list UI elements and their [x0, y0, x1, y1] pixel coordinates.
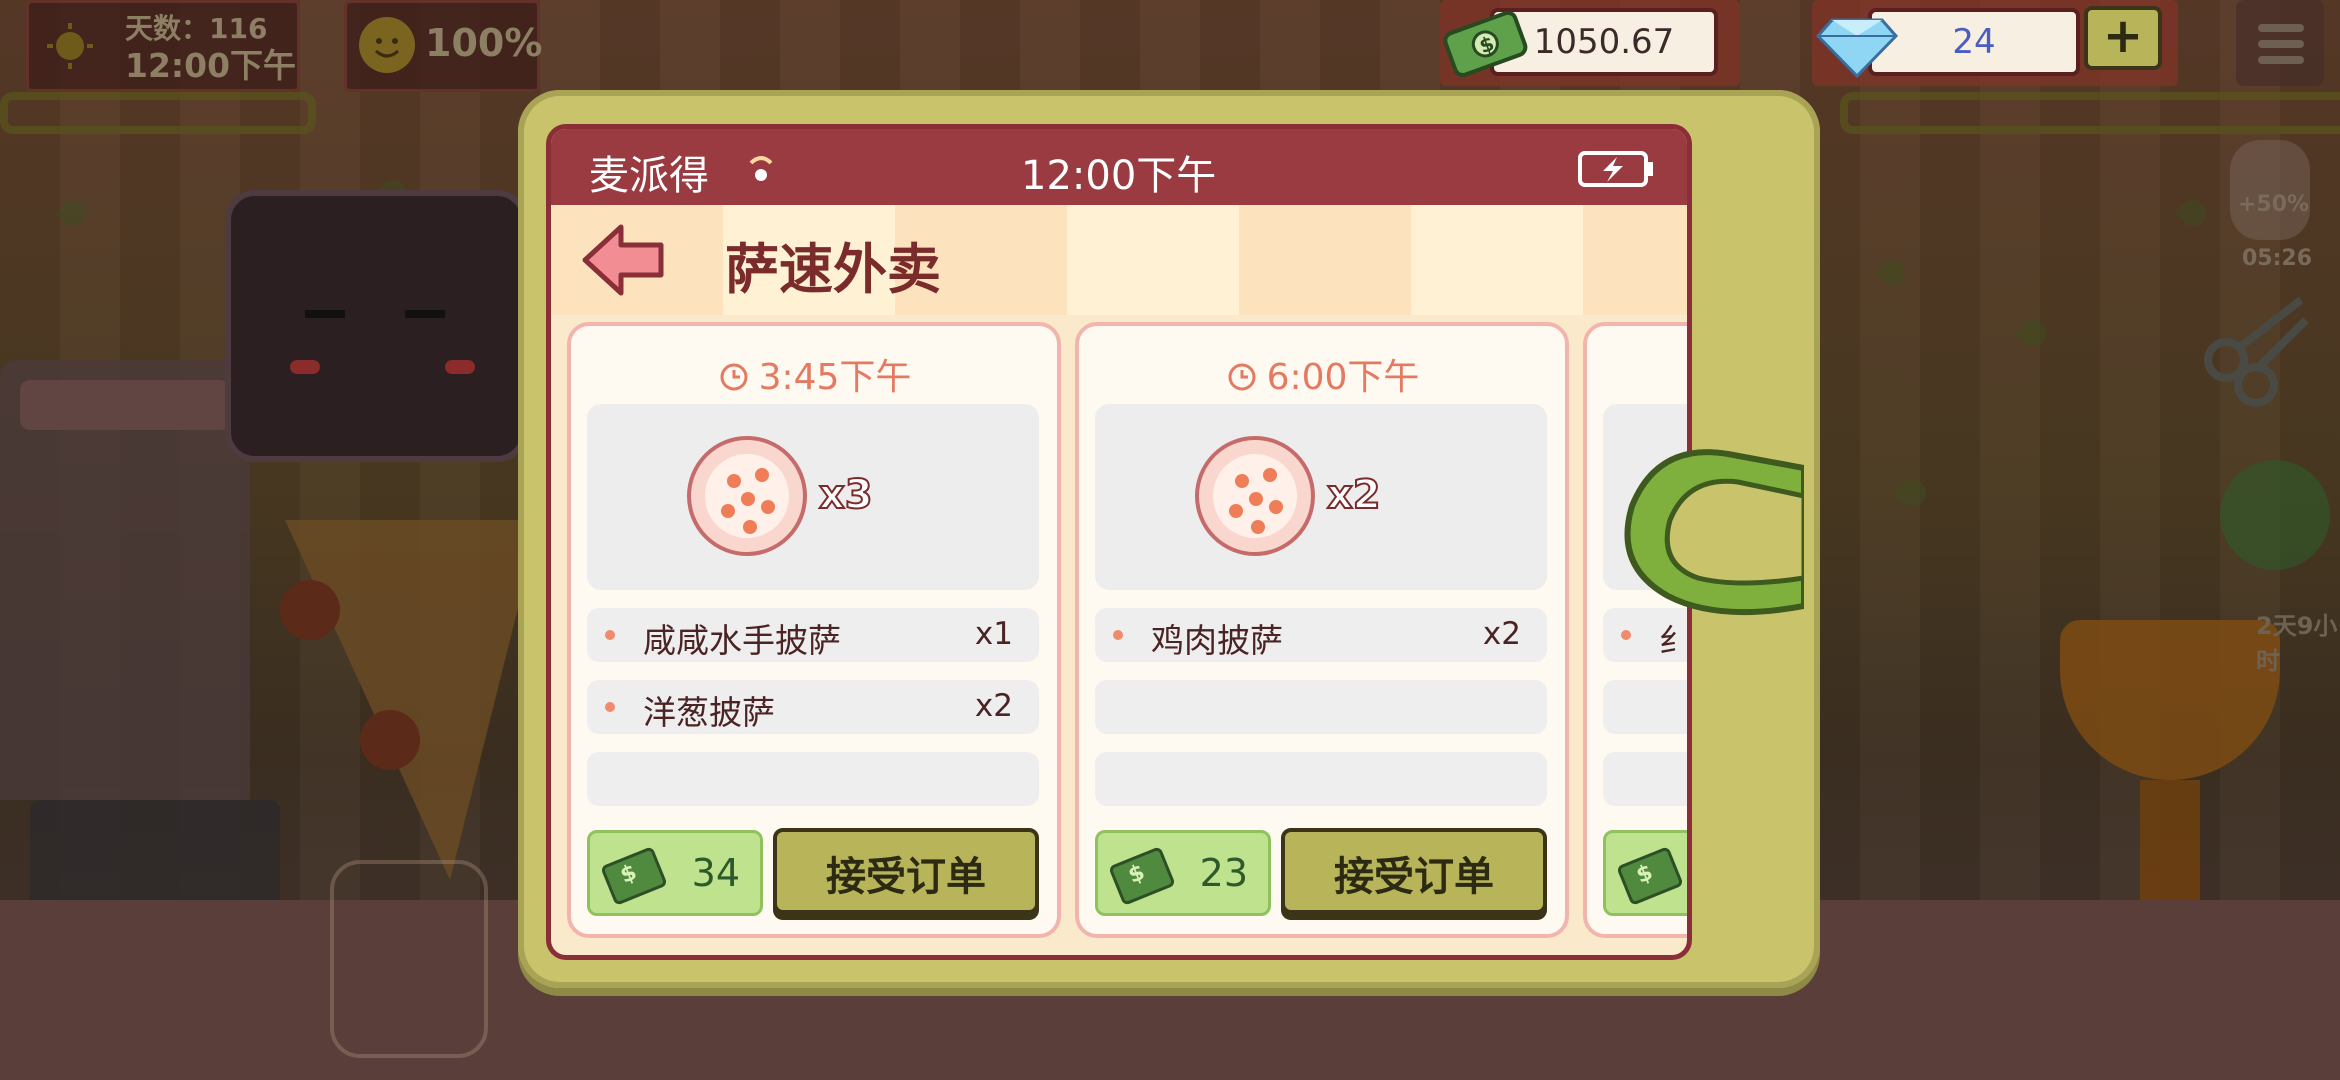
reward-amount: 23 — [1199, 851, 1248, 895]
add-gems-button[interactable]: + — [2084, 6, 2162, 70]
order-item: 洋葱披萨 x2 — [587, 680, 1039, 734]
menu-button[interactable] — [2236, 0, 2324, 86]
order-item-empty — [1095, 680, 1547, 734]
back-button[interactable] — [581, 223, 667, 297]
bonus-timer: 05:26 — [2242, 246, 2313, 271]
plus-icon: + — [2102, 8, 2144, 64]
mood-panel: 100% — [344, 0, 543, 92]
item-name: 洋葱披萨 — [643, 693, 775, 732]
order-item: 咸咸水手披萨 x1 — [587, 608, 1039, 662]
order-item-empty — [1095, 752, 1547, 806]
pizza-icon — [1195, 436, 1315, 556]
swipe-hand-icon — [1618, 446, 1807, 632]
phone-screen: 麦派得 12:00下午 萨速外卖 3:45下午 x3 咸咸水手披萨 x1 洋葱披… — [546, 124, 1692, 960]
item-count: x2 — [1482, 616, 1521, 652]
order-card: 3:45下午 x3 咸咸水手披萨 x1 洋葱披萨 x2 34 接受订单 — [567, 322, 1061, 938]
app-title: 萨速外卖 — [725, 238, 941, 301]
cash-icon — [600, 846, 668, 906]
carrier-name: 麦派得 — [589, 153, 709, 199]
accept-order-label: 接受订单 — [826, 854, 986, 900]
bonus-jar[interactable]: +50% 05:26 — [2220, 140, 2320, 280]
trophy — [2060, 620, 2280, 780]
bonus-percent: +50% — [2238, 192, 2310, 217]
clock-icon — [720, 363, 748, 391]
scissors-icon[interactable] — [2196, 290, 2316, 410]
item-count: x2 — [974, 688, 1013, 724]
sun-icon — [45, 21, 95, 71]
order-card: 6:00下午 x2 鸡肉披萨 x2 23 接受订单 — [1075, 322, 1569, 938]
phone-clock: 12:00下午 — [1021, 153, 1217, 199]
order-item-empty — [587, 752, 1039, 806]
back-arrow-icon — [582, 224, 664, 296]
due-time: 6:00下午 — [1079, 348, 1565, 400]
pizza-quantity: x2 — [1326, 471, 1382, 519]
order-item-empty — [1603, 752, 1687, 806]
pizza-panel: x3 — [587, 404, 1039, 590]
cash-icon: $ — [1440, 8, 1530, 78]
item-name: 咸咸水手披萨 — [643, 621, 841, 660]
pizza-panel: x2 — [1095, 404, 1547, 590]
clock-icon — [1228, 363, 1256, 391]
glass-jar — [330, 860, 488, 1058]
garland-left — [0, 92, 316, 134]
pizza-robot — [215, 190, 527, 462]
duration-label: 2天9小时 — [2256, 612, 2338, 675]
smiley-icon — [359, 17, 415, 73]
cash-icon — [1616, 846, 1684, 906]
battery-icon — [1577, 149, 1657, 189]
mood-percent: 100% — [425, 21, 543, 65]
pizza-quantity: x3 — [818, 471, 874, 519]
due-time: 3:45下午 — [571, 348, 1057, 400]
garland-right — [1840, 92, 2340, 134]
game-clock: 12:00下午 — [125, 46, 297, 85]
gem-panel: 24 + — [1812, 0, 2178, 86]
gem-count: 24 — [1952, 22, 1996, 62]
day-panel: 天数：116 12:00下午 — [26, 0, 300, 92]
money-panel: 1050.67 $ — [1440, 0, 1740, 86]
accept-order-button[interactable]: 接受订单 — [1281, 828, 1547, 914]
accept-order-label: 接受订单 — [1334, 854, 1494, 900]
app-header: 萨速外卖 — [551, 205, 1687, 315]
reward-amount: 34 — [691, 851, 740, 895]
status-bar: 麦派得 12:00下午 — [551, 129, 1687, 205]
clover-decoration — [2220, 460, 2330, 570]
accept-order-button[interactable]: 接受订单 — [773, 828, 1039, 914]
order-item: 鸡肉披萨 x2 — [1095, 608, 1547, 662]
item-count: x1 — [974, 616, 1013, 652]
pizza-icon — [687, 436, 807, 556]
reward-badge: 34 — [587, 830, 763, 916]
reward-badge: 23 — [1095, 830, 1271, 916]
item-name: 鸡肉披萨 — [1151, 621, 1283, 660]
cash-icon — [1108, 846, 1176, 906]
diamond-icon — [1812, 0, 1902, 80]
order-item-empty — [1603, 680, 1687, 734]
reward-badge — [1603, 830, 1687, 916]
signal-icon — [747, 151, 775, 185]
